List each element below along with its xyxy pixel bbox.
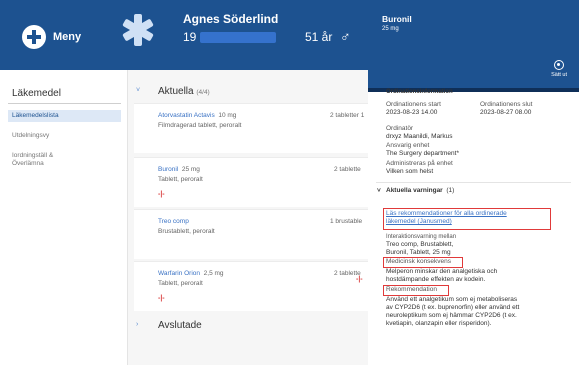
end-label: Ordinationens slut [480, 101, 533, 108]
end-value: 2023-08-27 08.00 [480, 109, 532, 116]
med-row[interactable]: Atorvastatin Actavis 10 mg Filmdragerad … [134, 103, 368, 153]
med-row[interactable]: Buronil 25 mg Tablett, peroralt 2 tablet… [134, 157, 368, 207]
start-value: 2023-08-23 14.00 [386, 109, 438, 116]
section-current-title: Aktuella [158, 86, 194, 97]
med-name: Buronil 25 mg [158, 166, 200, 173]
chevron-down-icon[interactable]: ˅ [377, 187, 381, 195]
sidebar: Läkemedel Läkemedelslista Utdelningsvy I… [0, 70, 128, 365]
unit-label: Ansvarig enhet [386, 142, 430, 149]
med-form: Tablett, peroralt [158, 280, 203, 287]
med-form: Filmdragerad tablett, peroralt [158, 122, 242, 129]
med-name: Atorvastatin Actavis 10 mg [158, 112, 237, 119]
patient-name: Agnes Söderlind [183, 12, 279, 26]
med-dose: 2 tablette [334, 166, 361, 173]
chevron-down-icon[interactable]: ˅ [136, 87, 140, 94]
prescriber-label: Ordinatör [386, 125, 414, 132]
menu-label: Meny [53, 31, 82, 43]
med-row[interactable]: Treo comp Brustablett, peroralt 1 brusta… [134, 209, 368, 259]
panel-divider [376, 182, 571, 183]
unit-value: The Surgery department* [386, 150, 459, 157]
plus-circle-icon [22, 25, 46, 49]
section-current-count: (4/4) [196, 89, 210, 96]
janusmed-link[interactable]: Läs rekommendationer för alla ordinerade… [386, 210, 507, 226]
med-form: Tablett, peroralt [158, 176, 203, 183]
patient-age: 51 år [305, 30, 333, 44]
chevron-right-icon[interactable]: › [136, 321, 138, 328]
detail-panel: Buronil 25 mg Sätt ut Ordinationsinforma… [368, 0, 579, 365]
start-label: Ordinationens start [386, 101, 441, 108]
patient-id: 19 [183, 30, 277, 44]
gender-male-icon: ♂ [340, 28, 351, 44]
patient-id-prefix: 19 [183, 30, 197, 44]
med-row[interactable]: Warfarin Orion 2,5 mg Tablett, peroralt … [134, 261, 368, 311]
panel-header: Buronil 25 mg Sätt ut [368, 0, 579, 88]
consequence-line-1: Melperon minskar den analgetiska och [386, 268, 498, 275]
med-dose: 2 tabletter 1 [330, 112, 365, 119]
med-dose: 1 brustable [330, 218, 363, 225]
sidebar-item-utdelningsvy[interactable]: Utdelningsvy [8, 132, 121, 140]
recommendation-line-2: av CYP2D6 (t ex. buprenorfin) eller anvä… [386, 304, 520, 311]
medication-list: ˅ Aktuella (4/4) Atorvastatin Actavis 10… [128, 70, 368, 365]
patient-id-redacted [200, 31, 277, 43]
sidebar-item-lakemedelslista[interactable]: Läkemedelslista [8, 110, 121, 122]
warning-mark-icon: -|- [158, 191, 165, 198]
warnings-header[interactable]: Aktuella varningar (1) [386, 187, 454, 195]
drug-title: Buronil [382, 14, 412, 24]
recommendation-line-1: Använd ett analgetikum som ej metabolise… [386, 296, 518, 303]
recommendation-line-4: kvetiapin, olanzapin eller risperidon). [386, 320, 492, 327]
sidebar-divider [8, 103, 121, 104]
consequence-label: Medicinsk konsekvens [386, 258, 452, 265]
consequence-line-2: hostdämpande effekten av kodein. [386, 276, 486, 283]
med-name: Warfarin Orion 2,5 mg [158, 270, 224, 277]
sidebar-title: Läkemedel [12, 88, 61, 99]
section-finished-title[interactable]: Avslutade [158, 320, 202, 331]
admin-label: Administreras på enhet [386, 160, 453, 167]
info-section-title: Ordinationsinformation [386, 89, 453, 95]
med-form: Brustablett, peroralt [158, 228, 215, 235]
sidebar-item-overlamna[interactable]: Överlämna [8, 160, 121, 168]
interaction-label: Interaktionsvarning mellan [386, 234, 457, 240]
star-of-life-icon [122, 14, 154, 46]
interaction-drug-2: Buronil, Tablett, 25 mg [386, 249, 451, 256]
section-current-header[interactable]: Aktuella (4/4) [158, 86, 210, 97]
drug-strength: 25 mg [382, 26, 399, 32]
recommendation-line-3: neuroleptikum som ej hämmar CYP2D6 (t ex… [386, 312, 517, 319]
sidebar-item-iordningstall[interactable]: Iordningställ & [8, 152, 121, 160]
interaction-drug-1: Treo comp, Brustablett, [386, 241, 454, 248]
warnings-title: Aktuella varningar [386, 187, 443, 194]
warnings-count: (1) [446, 187, 455, 194]
warning-mark-icon: -|- [356, 276, 363, 283]
recommendation-label: Rekommendation [386, 286, 437, 293]
menu-button[interactable]: Meny [22, 25, 81, 49]
warning-mark-icon: -|- [158, 295, 165, 302]
discontinue-button[interactable]: Sätt ut [551, 60, 567, 78]
med-name: Treo comp [158, 218, 189, 225]
discontinue-icon [554, 60, 565, 70]
discontinue-label: Sätt ut [551, 72, 567, 78]
prescriber-value: drxyz Maanildi, Markus [386, 133, 453, 140]
admin-value: Vilken som helst [386, 168, 434, 175]
